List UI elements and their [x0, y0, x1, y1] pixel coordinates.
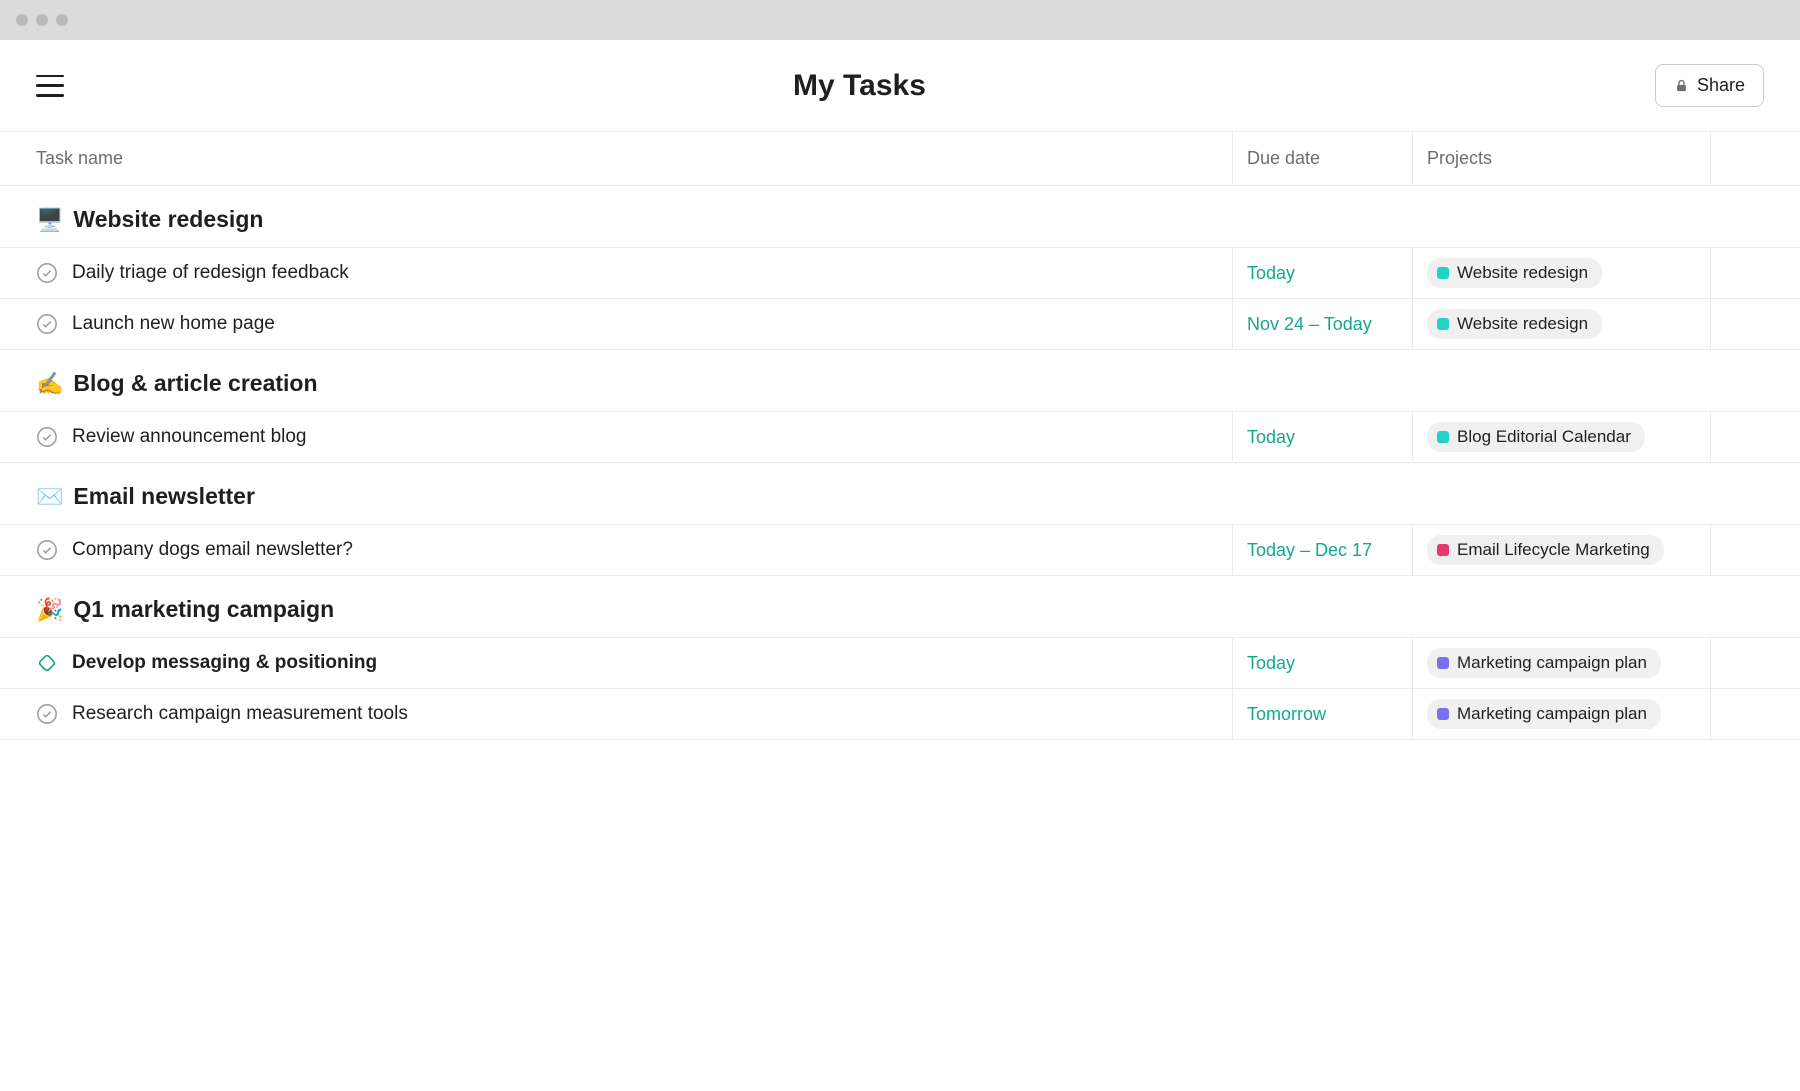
section-title: Email newsletter [73, 483, 255, 510]
section-emoji: 🖥️ [36, 207, 63, 233]
lock-icon [1674, 78, 1689, 93]
project-tag[interactable]: Website redesign [1427, 309, 1602, 339]
project-name: Marketing campaign plan [1457, 653, 1647, 673]
task-extra-cell[interactable] [1710, 689, 1800, 739]
task-name: Develop messaging & positioning [72, 652, 377, 674]
task-row[interactable]: Develop messaging & positioning Today Mark… [0, 637, 1800, 689]
task-row[interactable]: Review announcement blog Today Blog Editor… [0, 411, 1800, 463]
task-project-cell[interactable]: Website redesign [1412, 248, 1710, 298]
project-name: Website redesign [1457, 263, 1588, 283]
section-title: Website redesign [73, 206, 263, 233]
project-color-dot [1437, 431, 1449, 443]
task-extra-cell[interactable] [1710, 248, 1800, 298]
task-due-date[interactable]: Today [1232, 638, 1412, 688]
tasks-table: Task name Due date Projects 🖥️ Website re… [0, 132, 1800, 740]
section-header[interactable]: ✉️ Email newsletter [0, 463, 1800, 524]
task-name: Review announcement blog [72, 426, 307, 448]
task-row[interactable]: Daily triage of redesign feedback Today We… [0, 247, 1800, 299]
task-row[interactable]: Launch new home page Nov 24 – Today Websit… [0, 299, 1800, 350]
task-project-cell[interactable]: Marketing campaign plan [1412, 689, 1710, 739]
project-tag[interactable]: Website redesign [1427, 258, 1602, 288]
project-name: Marketing campaign plan [1457, 704, 1647, 724]
check-circle-icon[interactable] [36, 262, 58, 284]
project-color-dot [1437, 267, 1449, 279]
task-due-date[interactable]: Nov 24 – Today [1232, 299, 1412, 349]
project-name: Blog Editorial Calendar [1457, 427, 1631, 447]
column-header-projects[interactable]: Projects [1412, 132, 1710, 185]
milestone-icon[interactable] [36, 652, 58, 674]
task-extra-cell[interactable] [1710, 299, 1800, 349]
task-extra-cell[interactable] [1710, 412, 1800, 462]
task-due-date[interactable]: Today [1232, 412, 1412, 462]
task-name: Company dogs email newsletter? [72, 539, 353, 561]
project-tag[interactable]: Blog Editorial Calendar [1427, 422, 1645, 452]
check-circle-icon[interactable] [36, 703, 58, 725]
share-label: Share [1697, 75, 1745, 96]
task-extra-cell[interactable] [1710, 525, 1800, 575]
project-tag[interactable]: Marketing campaign plan [1427, 648, 1661, 678]
window-titlebar [0, 0, 1800, 40]
project-color-dot [1437, 708, 1449, 720]
traffic-light-zoom[interactable] [56, 14, 68, 26]
traffic-light-close[interactable] [16, 14, 28, 26]
project-tag[interactable]: Marketing campaign plan [1427, 699, 1661, 729]
column-header-due[interactable]: Due date [1232, 132, 1412, 185]
column-header-task[interactable]: Task name [0, 132, 1232, 185]
section-title: Blog & article creation [73, 370, 317, 397]
menu-button[interactable] [36, 75, 64, 97]
task-due-date[interactable]: Tomorrow [1232, 689, 1412, 739]
task-project-cell[interactable]: Website redesign [1412, 299, 1710, 349]
task-name: Launch new home page [72, 313, 275, 335]
traffic-light-minimize[interactable] [36, 14, 48, 26]
task-due-date[interactable]: Today – Dec 17 [1232, 525, 1412, 575]
task-row[interactable]: Company dogs email newsletter? Today – De… [0, 524, 1800, 576]
section-header[interactable]: 🎉 Q1 marketing campaign [0, 576, 1800, 637]
task-row[interactable]: Research campaign measurement tools Tomor… [0, 689, 1800, 740]
section-header[interactable]: ✍️ Blog & article creation [0, 350, 1800, 411]
project-tag[interactable]: Email Lifecycle Marketing [1427, 535, 1664, 565]
project-name: Email Lifecycle Marketing [1457, 540, 1650, 560]
column-header-extra[interactable] [1710, 132, 1800, 185]
topbar: My Tasks Share [0, 40, 1800, 132]
project-name: Website redesign [1457, 314, 1588, 334]
task-name: Research campaign measurement tools [72, 703, 408, 725]
project-color-dot [1437, 544, 1449, 556]
section-emoji: 🎉 [36, 597, 63, 623]
check-circle-icon[interactable] [36, 539, 58, 561]
section-emoji: ✉️ [36, 484, 63, 510]
table-header: Task name Due date Projects [0, 132, 1800, 186]
task-project-cell[interactable]: Email Lifecycle Marketing [1412, 525, 1710, 575]
share-button[interactable]: Share [1655, 64, 1764, 107]
task-extra-cell[interactable] [1710, 638, 1800, 688]
section-title: Q1 marketing campaign [73, 596, 334, 623]
check-circle-icon[interactable] [36, 426, 58, 448]
task-name: Daily triage of redesign feedback [72, 262, 349, 284]
check-circle-icon[interactable] [36, 313, 58, 335]
task-project-cell[interactable]: Marketing campaign plan [1412, 638, 1710, 688]
section-header[interactable]: 🖥️ Website redesign [0, 186, 1800, 247]
task-project-cell[interactable]: Blog Editorial Calendar [1412, 412, 1710, 462]
section-emoji: ✍️ [36, 371, 63, 397]
project-color-dot [1437, 657, 1449, 669]
page-title: My Tasks [64, 69, 1655, 103]
task-due-date[interactable]: Today [1232, 248, 1412, 298]
project-color-dot [1437, 318, 1449, 330]
